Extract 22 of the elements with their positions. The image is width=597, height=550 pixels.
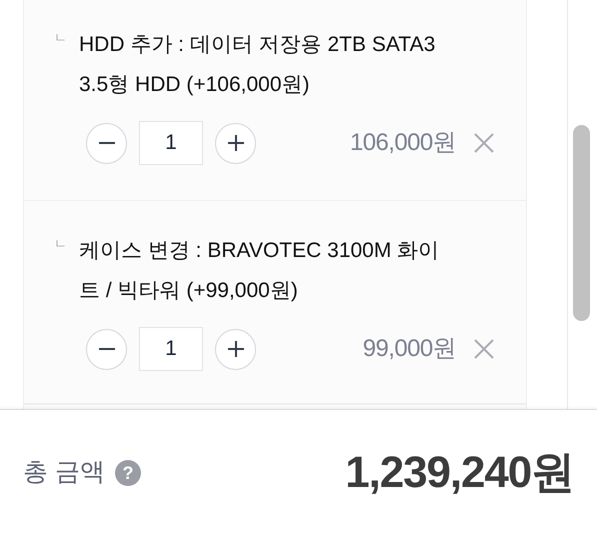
total-label: 총 금액 bbox=[23, 457, 105, 488]
option-price: 106,000원 bbox=[350, 128, 456, 158]
quantity-field[interactable]: 1 bbox=[139, 327, 203, 371]
increase-button[interactable] bbox=[215, 122, 256, 164]
remove-button[interactable] bbox=[472, 131, 496, 155]
option-price: 99,000원 bbox=[362, 334, 456, 364]
remove-button[interactable] bbox=[472, 337, 496, 361]
plus-icon bbox=[226, 134, 244, 152]
option-label: 케이스 변경 : BRAVOTEC 3100M 화이트 / 빅타워 (+99,000원) bbox=[79, 238, 440, 304]
decrease-button[interactable] bbox=[86, 328, 127, 370]
close-icon bbox=[473, 338, 495, 360]
branch-marker: ㄴ bbox=[54, 235, 67, 253]
branch-marker: ㄴ bbox=[54, 29, 67, 47]
minus-icon bbox=[98, 348, 116, 350]
increase-button[interactable] bbox=[215, 328, 256, 370]
close-icon bbox=[473, 132, 495, 154]
option-label: HDD 추가 : 데이터 저장용 2TB SATA3 3.5형 HDD (+106,000원) bbox=[79, 32, 436, 98]
total-amount: 1,239,240원 bbox=[345, 447, 574, 499]
decrease-button[interactable] bbox=[86, 122, 127, 164]
quantity-field[interactable]: 1 bbox=[139, 121, 203, 165]
minus-icon bbox=[98, 142, 116, 144]
plus-icon bbox=[226, 340, 244, 358]
